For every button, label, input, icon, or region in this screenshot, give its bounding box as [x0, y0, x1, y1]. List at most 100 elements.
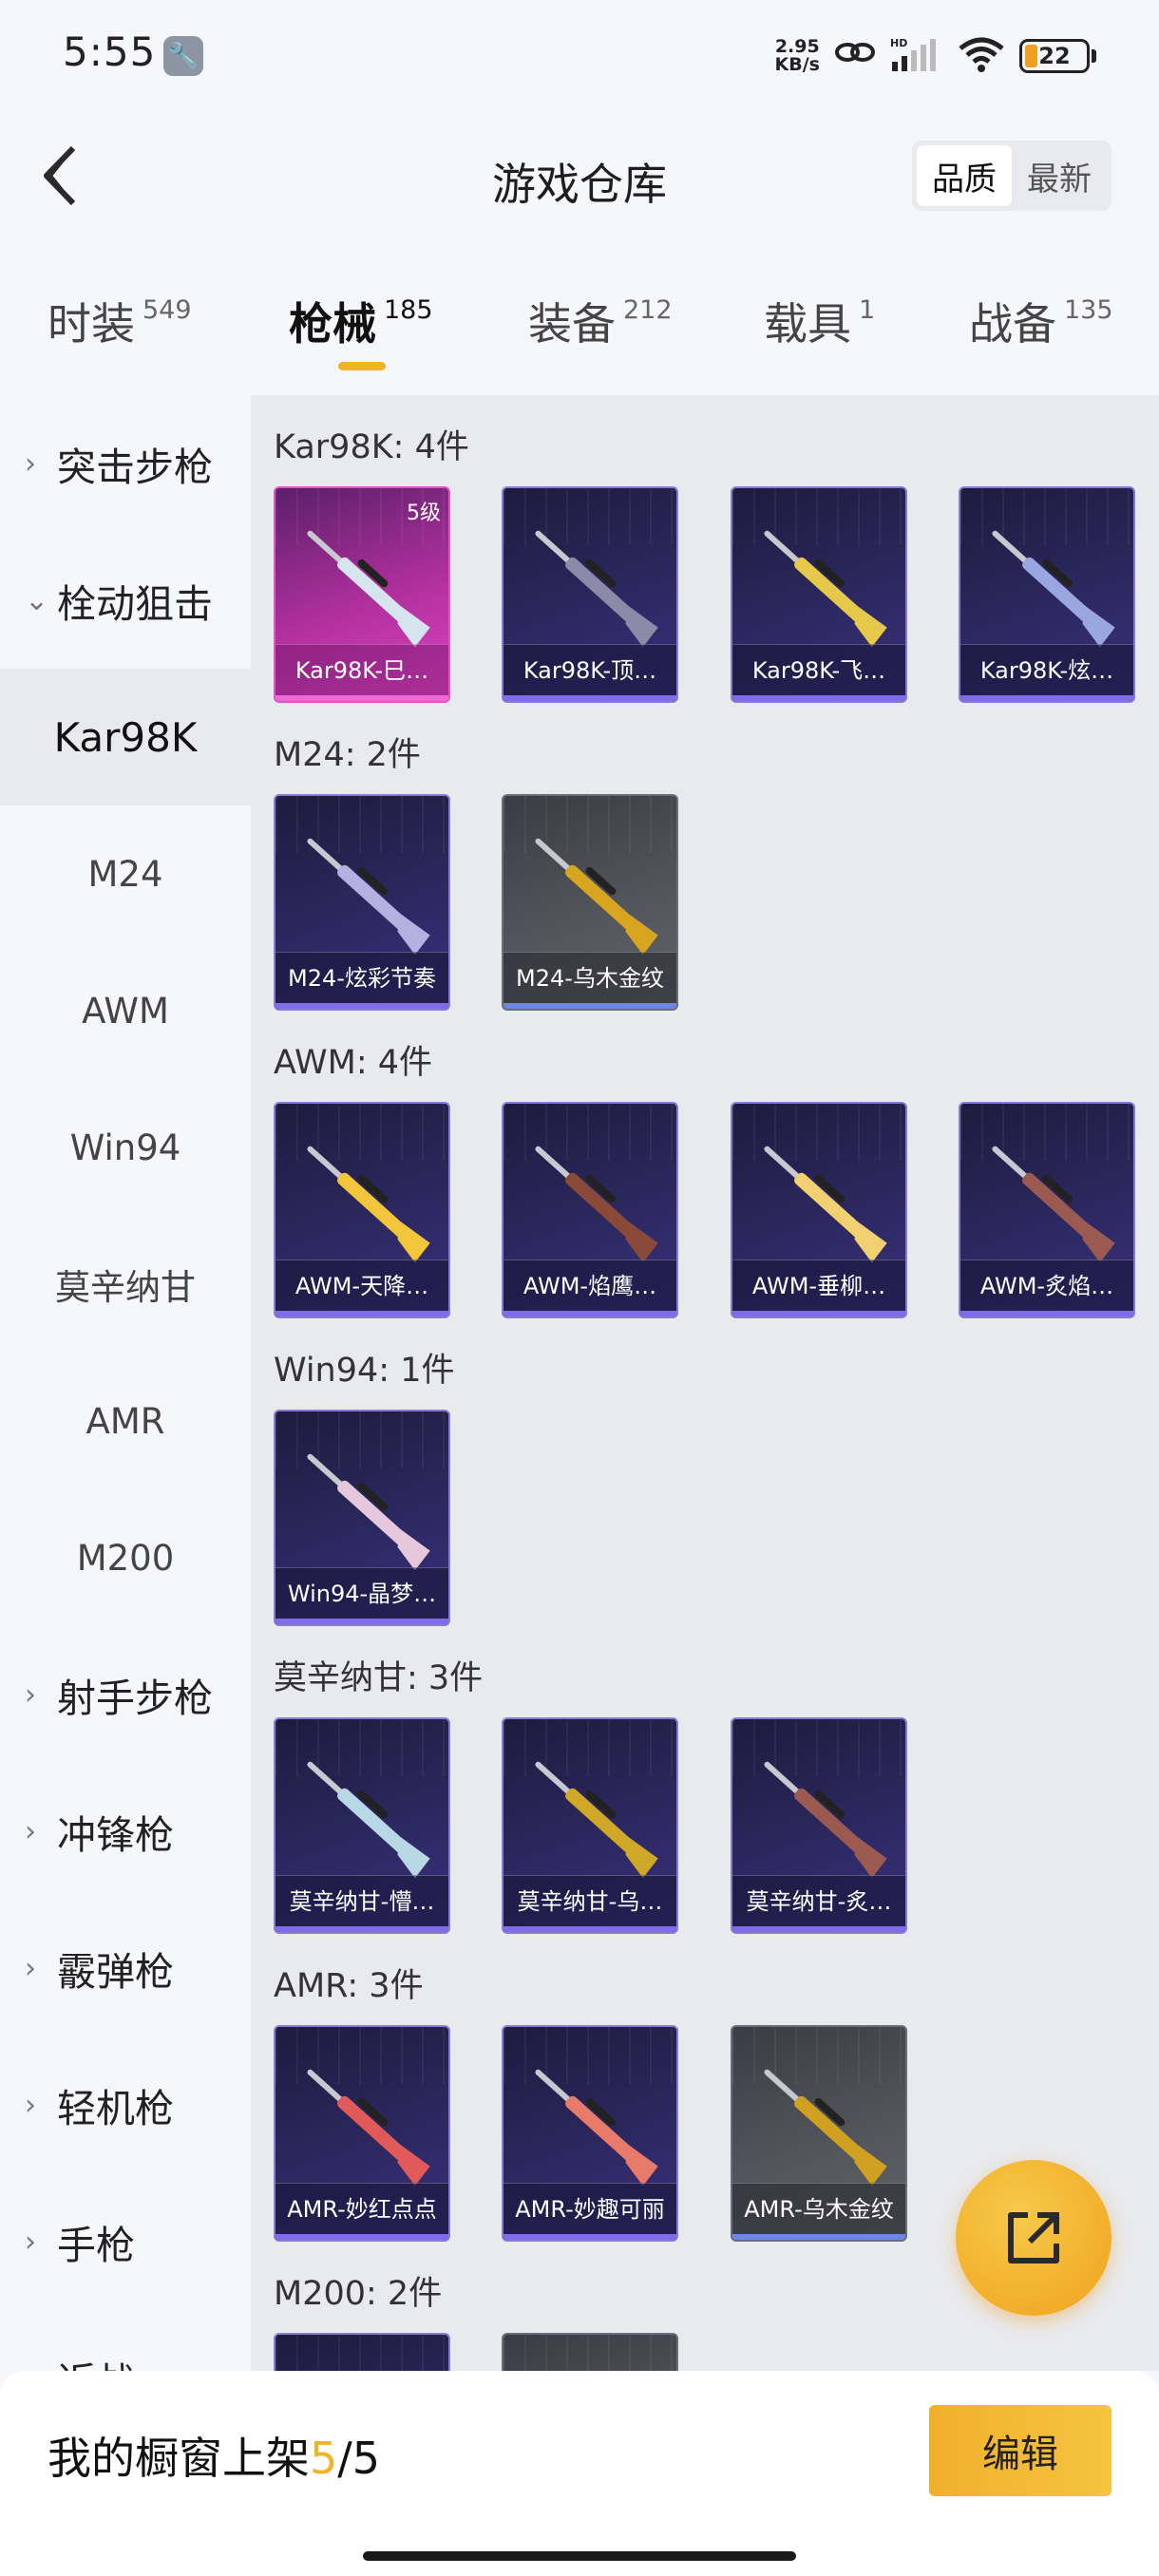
chevron-right-icon: ›	[25, 1814, 36, 1848]
sidebar-item-assault-rifles[interactable]: › 突击步枪	[0, 395, 251, 532]
chevron-right-icon: ›	[25, 446, 36, 481]
edit-button[interactable]: 编辑	[929, 2405, 1112, 2496]
sidebar-item-kar98k[interactable]: Kar98K	[0, 669, 251, 805]
wrench-icon: 🔧	[163, 36, 203, 76]
sidebar-item-awm[interactable]: AWM	[0, 942, 251, 1079]
sidebar-item-mosin[interactable]: 莫辛纳甘	[0, 1216, 251, 1353]
sidebar-item-pistol[interactable]: › 手枪	[0, 2173, 251, 2310]
rifle-icon	[764, 1761, 887, 1879]
bottom-bar: 我的橱窗上架 5/5 编辑	[0, 2371, 1159, 2576]
tab-fashion[interactable]: 时装 549	[48, 290, 192, 352]
rifle-icon	[307, 1146, 430, 1263]
item-name: 莫辛纳甘-炙…	[732, 1875, 905, 1926]
item-card[interactable]: AMR-妙趣可丽	[502, 2025, 678, 2242]
rifle-icon	[307, 1761, 430, 1879]
home-indicator	[363, 2551, 796, 2561]
item-card[interactable]: 莫辛纳甘-乌…	[502, 1717, 678, 1934]
section-title: AMR: 3件	[274, 1967, 424, 2005]
sort-toggle: 品质 最新	[912, 141, 1112, 211]
sidebar-item-amr[interactable]: AMR	[0, 1353, 251, 1489]
item-card[interactable]: AWM-垂柳…	[731, 1102, 907, 1318]
sidebar-item-win94[interactable]: Win94	[0, 1079, 251, 1216]
item-card[interactable]: Kar98K-顶…	[502, 486, 678, 703]
item-card[interactable]: M24-炫彩节奏	[274, 794, 450, 1011]
rifle-icon	[535, 2069, 658, 2187]
item-name: 莫辛纳甘-懵…	[276, 1875, 448, 1926]
status-bar: 5:55 🔧 2.95 KB/s HD 22	[0, 0, 1159, 114]
chevron-right-icon: ›	[25, 2088, 36, 2122]
item-card[interactable]: AWM-焰鹰…	[502, 1102, 678, 1318]
item-name: AMR-妙趣可丽	[504, 2183, 676, 2234]
item-card[interactable]	[502, 2333, 678, 2371]
item-name: Kar98K-顶…	[504, 644, 676, 695]
item-name: AMR-乌木金纹	[732, 2183, 905, 2234]
rifle-icon	[992, 530, 1115, 648]
item-name: M24-炫彩节奏	[276, 952, 448, 1003]
header: 游戏仓库 品质 最新	[0, 114, 1159, 237]
tab-vehicles[interactable]: 载具 1	[764, 290, 875, 352]
item-card[interactable]: 莫辛纳甘-炙…	[731, 1717, 907, 1934]
item-name: 莫辛纳甘-乌…	[504, 1875, 676, 1926]
item-card[interactable]: Kar98K-飞…	[731, 486, 907, 703]
tab-equipment[interactable]: 装备 212	[528, 290, 673, 352]
section-title: M200: 2件	[274, 2275, 443, 2313]
item-card[interactable]: M24-乌木金纹	[502, 794, 678, 1011]
rifle-icon	[535, 530, 658, 648]
item-name: M24-乌木金纹	[504, 952, 676, 1003]
rifle-icon	[521, 2363, 663, 2371]
item-name: AWM-焰鹰…	[504, 1260, 676, 1311]
sidebar-item-shotgun[interactable]: › 霰弹枪	[0, 1900, 251, 2036]
item-name: Kar98K-巳…	[276, 644, 448, 695]
category-tabs: 时装 549 枪械 185 装备 212 载具 1 战备 135	[0, 266, 1159, 389]
section-title: Kar98K: 4件	[274, 428, 469, 466]
share-icon	[1008, 2212, 1059, 2263]
chevron-right-icon: ›	[25, 2225, 36, 2259]
section-title: 莫辛纳甘: 3件	[274, 1659, 484, 1697]
net-speed: 2.95 KB/s	[774, 36, 820, 75]
active-tab-indicator	[338, 362, 386, 370]
rifle-icon	[293, 2363, 435, 2371]
chevron-right-icon: ›	[25, 1951, 36, 1985]
item-card[interactable]: 5级 Kar98K-巳…	[274, 486, 450, 703]
sort-latest-button[interactable]: 最新	[1012, 145, 1107, 206]
sidebar-item-m200[interactable]: M200	[0, 1489, 251, 1626]
sidebar-item-smg[interactable]: › 冲锋枪	[0, 1763, 251, 1900]
item-card[interactable]: AWM-天降…	[274, 1102, 450, 1318]
item-card[interactable]: 莫辛纳甘-懵…	[274, 1717, 450, 1934]
sidebar-item-marksman[interactable]: › 射手步枪	[0, 1626, 251, 1763]
item-name: Win94-晶梦…	[276, 1567, 448, 1619]
sidebar-item-lmg[interactable]: › 轻机枪	[0, 2036, 251, 2173]
battery-icon: 22	[1019, 39, 1090, 73]
section-title: Win94: 1件	[274, 1352, 455, 1390]
section-title: M24: 2件	[274, 736, 421, 774]
rifle-icon	[307, 1453, 430, 1571]
item-name: AWM-炙焰…	[960, 1260, 1133, 1311]
item-card[interactable]: AMR-乌木金纹	[731, 2025, 907, 2242]
sidebar-item-m24[interactable]: M24	[0, 805, 251, 942]
svg-text:HD: HD	[890, 37, 907, 49]
share-button[interactable]	[956, 2160, 1112, 2316]
tab-guns[interactable]: 枪械 185	[289, 290, 433, 352]
status-time: 5:55	[63, 28, 157, 75]
chevron-down-icon: ⌄	[25, 583, 49, 617]
item-card[interactable]: AWM-炙焰…	[959, 1102, 1135, 1318]
inventory-grid: Kar98K: 4件 5级 Kar98K-巳… Kar98K-顶… Kar98K-飞… K…	[251, 395, 1159, 2371]
item-card[interactable]	[274, 2333, 450, 2371]
status-icons: 2.95 KB/s HD 22	[775, 32, 1096, 80]
item-card[interactable]: Kar98K-炫…	[959, 486, 1135, 703]
sidebar-item-bolt-sniper[interactable]: ⌄ 栓动狙击	[0, 532, 251, 669]
section-title: AWM: 4件	[274, 1044, 433, 1082]
rifle-icon	[535, 1146, 658, 1263]
rifle-icon	[764, 530, 887, 648]
sidebar: › 突击步枪 ⌄ 栓动狙击 Kar98K M24 AWM Win94 莫辛纳甘 AM…	[0, 395, 251, 2405]
rifle-icon	[764, 2069, 887, 2187]
item-name: Kar98K-炫…	[960, 644, 1133, 695]
sort-quality-button[interactable]: 品质	[917, 145, 1012, 206]
rifle-icon	[764, 1146, 887, 1263]
item-card[interactable]: Win94-晶梦…	[274, 1410, 450, 1626]
item-card[interactable]: AMR-妙红点点	[274, 2025, 450, 2242]
item-name: Kar98K-飞…	[732, 644, 905, 695]
tab-gear[interactable]: 战备 135	[969, 290, 1113, 352]
rifle-icon	[535, 838, 658, 956]
rifle-icon	[992, 1146, 1115, 1263]
